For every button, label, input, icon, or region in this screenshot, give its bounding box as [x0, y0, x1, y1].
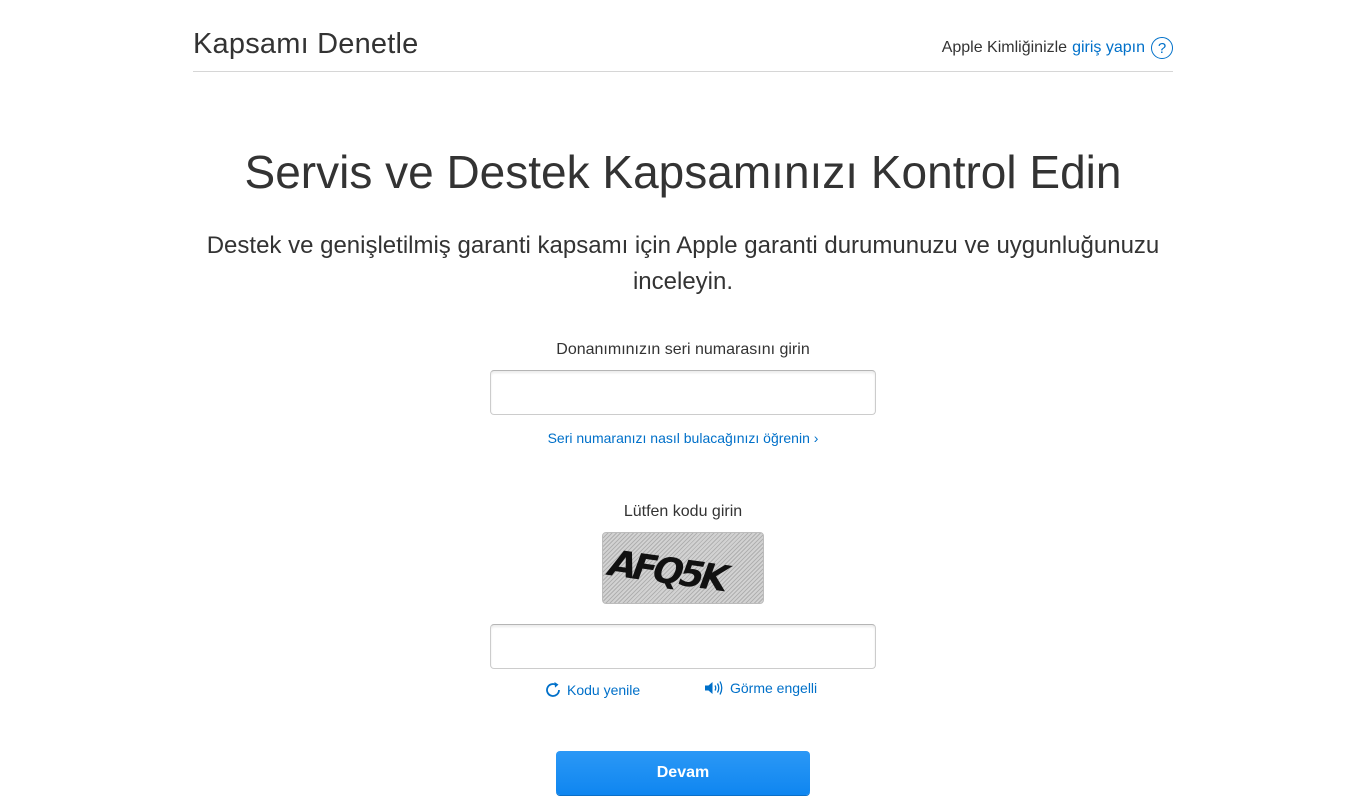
- speaker-icon: [704, 680, 726, 696]
- page: Kapsamı Denetle Apple Kimliğinizle giriş…: [0, 0, 1366, 808]
- audio-captcha-label: Görme engelli: [730, 680, 818, 696]
- serial-number-input[interactable]: [490, 370, 876, 415]
- signin-prefix: Apple Kimliğinizle: [941, 39, 1068, 56]
- serial-help-container: Seri numaranızı nasıl bulacağınızı öğren…: [0, 430, 1366, 448]
- refresh-code-label: Kodu yenile: [567, 682, 641, 698]
- audio-captcha-button[interactable]: Görme engelli: [704, 680, 817, 696]
- captcha-code-text: AFQ5K: [602, 543, 732, 600]
- page-title: Servis ve Destek Kapsamınızı Kontrol Edi…: [244, 146, 1122, 198]
- serial-help-link[interactable]: Seri numaranızı nasıl bulacağınızı öğren…: [548, 430, 819, 446]
- captcha-image: AFQ5K: [602, 532, 764, 604]
- refresh-icon: [543, 680, 563, 700]
- captcha-input[interactable]: [490, 624, 876, 669]
- page-subtitle: Destek ve genişletilmiş garanti kapsamı …: [206, 232, 1160, 295]
- captcha-label: Lütfen kodu girin: [623, 503, 743, 520]
- page-header-title: Kapsamı Denetle: [193, 28, 419, 60]
- signin-area: Apple Kimliğinizle giriş yapın ?: [942, 37, 1173, 59]
- question-circle-icon[interactable]: ?: [1151, 37, 1173, 59]
- refresh-code-button[interactable]: Kodu yenile: [543, 680, 640, 700]
- captcha-actions: Kodu yenile Görme engelli: [0, 680, 1366, 704]
- serial-number-label: Donanımınızın seri numarasını girin: [556, 341, 810, 358]
- continue-button[interactable]: Devam: [556, 751, 810, 795]
- signin-link[interactable]: giriş yapın: [1072, 39, 1145, 57]
- header: Kapsamı Denetle Apple Kimliğinizle giriş…: [193, 0, 1173, 72]
